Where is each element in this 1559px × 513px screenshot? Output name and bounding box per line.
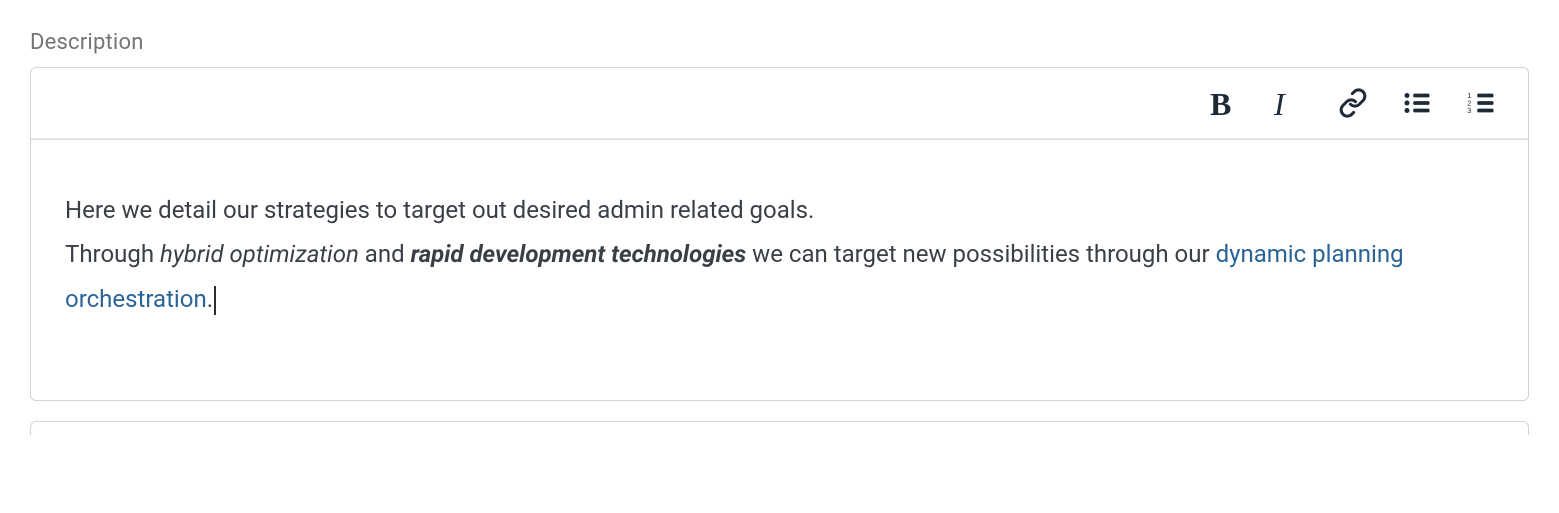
bulleted-list-button[interactable]	[1400, 86, 1434, 120]
editor-content[interactable]: Here we detail our strategies to target …	[31, 140, 1528, 400]
content-text: and	[359, 240, 411, 268]
rich-text-editor: B I	[30, 67, 1529, 401]
editor-toolbar: B I	[31, 68, 1528, 140]
numbered-list-icon: 1 2 3	[1466, 88, 1496, 118]
description-field: Description B I	[30, 30, 1529, 435]
link-button[interactable]	[1336, 86, 1370, 120]
content-text: Here we detail our strategies to target …	[65, 196, 814, 224]
content-bold-italic: rapid development technologies	[411, 240, 747, 268]
content-text: Through	[65, 240, 160, 268]
field-label: Description	[30, 30, 1529, 55]
content-text: we can target new possibilities through …	[746, 240, 1215, 268]
bold-button[interactable]: B	[1208, 86, 1242, 120]
numbered-list-button[interactable]: 1 2 3	[1464, 86, 1498, 120]
italic-button[interactable]: I	[1272, 86, 1306, 120]
content-italic: hybrid optimization	[160, 240, 359, 268]
text-cursor	[214, 286, 216, 315]
link-icon	[1338, 88, 1368, 118]
bold-icon: B	[1210, 88, 1240, 118]
italic-icon: I	[1274, 88, 1304, 118]
content-text: .	[207, 285, 213, 313]
bulleted-list-icon	[1402, 88, 1432, 118]
next-panel-peek	[30, 421, 1529, 435]
svg-text:3: 3	[1467, 106, 1471, 115]
